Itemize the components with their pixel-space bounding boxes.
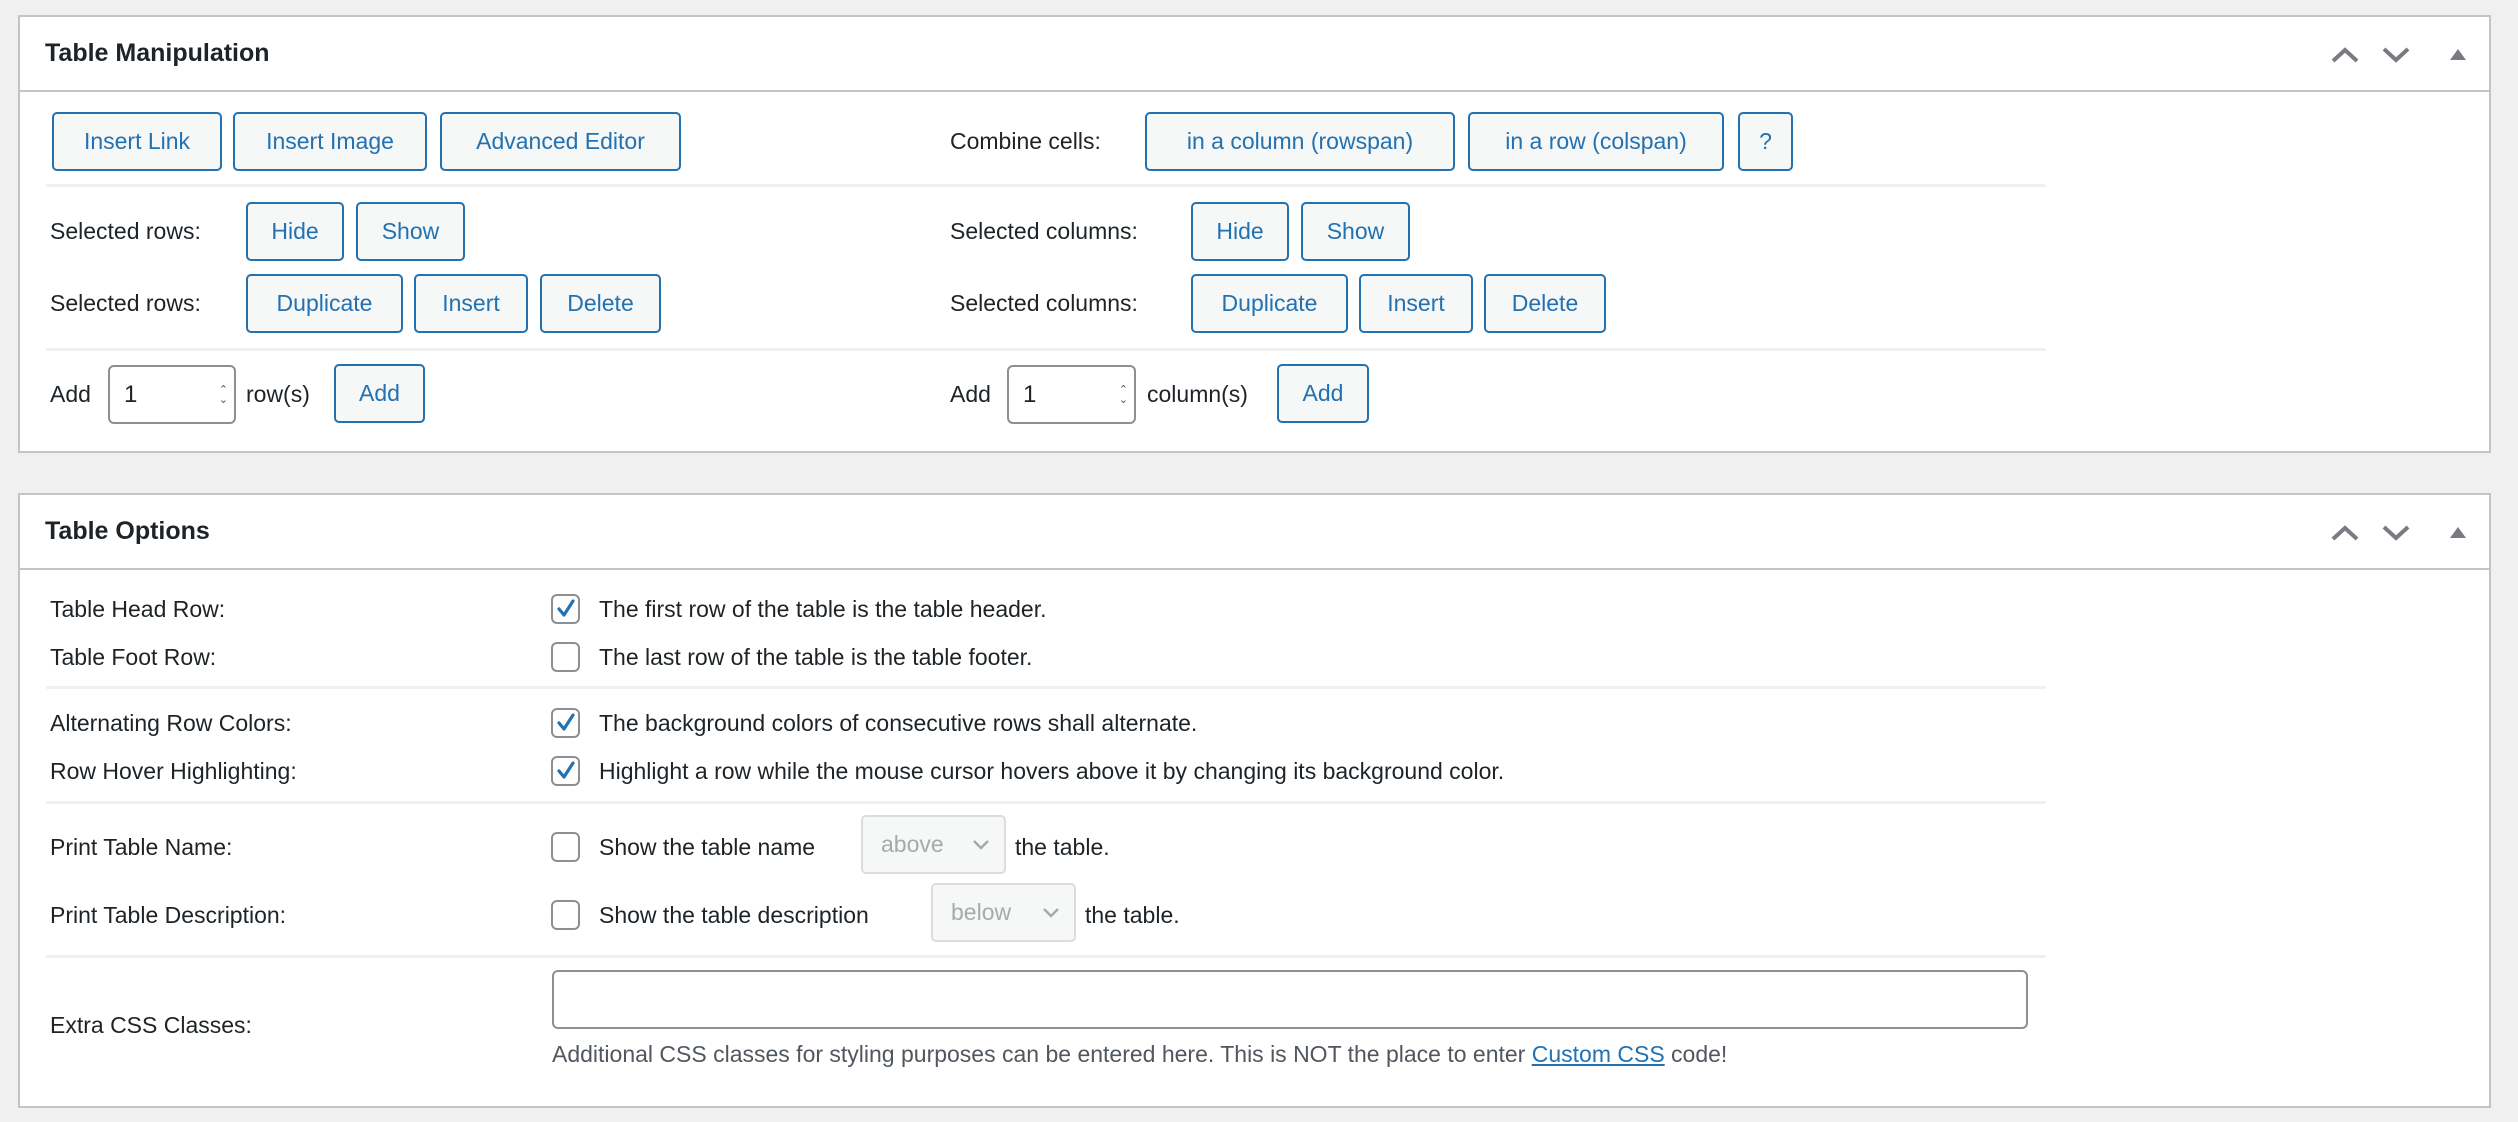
foot-row-text: The last row of the table is the table f… xyxy=(599,644,1033,670)
selected-columns-label: Selected columns: xyxy=(950,218,1138,244)
stepper-icon[interactable]: ⌃ ⌄ xyxy=(219,384,228,405)
divider xyxy=(46,686,2046,689)
description-position-select[interactable]: below xyxy=(931,883,1076,942)
hover-highlighting-checkbox[interactable] xyxy=(551,756,580,786)
custom-css-link[interactable]: Custom CSS xyxy=(1532,1041,1665,1067)
chevron-down-icon[interactable] xyxy=(2381,523,2411,543)
print-description-suffix: the table. xyxy=(1085,902,1180,928)
print-description-checkbox[interactable] xyxy=(551,900,580,930)
delete-columns-button[interactable]: Delete xyxy=(1484,274,1606,333)
head-row-label: Table Head Row: xyxy=(50,596,226,622)
rows-count-value: 1 xyxy=(124,380,138,408)
selected-columns-label: Selected columns: xyxy=(950,290,1138,316)
foot-row-label: Table Foot Row: xyxy=(50,644,217,670)
checkmark-icon xyxy=(556,761,575,779)
insert-link-button[interactable]: Insert Link xyxy=(52,112,222,171)
triangle-up-icon[interactable] xyxy=(2449,47,2467,61)
combine-cells-label: Combine cells: xyxy=(950,128,1101,154)
stepper-icon[interactable]: ⌃ ⌄ xyxy=(1119,384,1128,405)
rows-unit-label: row(s) xyxy=(246,381,310,407)
chevron-down-icon xyxy=(973,839,989,850)
extra-css-help: Additional CSS classes for styling purpo… xyxy=(552,1040,1727,1068)
checkmark-icon xyxy=(556,599,575,617)
show-rows-button[interactable]: Show xyxy=(356,202,465,261)
columns-unit-label: column(s) xyxy=(1147,381,1248,407)
delete-rows-button[interactable]: Delete xyxy=(540,274,661,333)
divider xyxy=(46,184,2046,187)
add-rows-label: Add xyxy=(50,381,91,407)
columns-count-input[interactable]: 1 ⌃ ⌄ xyxy=(1007,365,1136,424)
duplicate-rows-button[interactable]: Duplicate xyxy=(246,274,403,333)
alternating-colors-text: The background colors of consecutive row… xyxy=(599,710,1198,736)
name-position-value: above xyxy=(881,831,944,857)
table-manipulation-panel: Table Manipulation Insert Link Insert Im… xyxy=(18,15,2491,453)
hide-rows-button[interactable]: Hide xyxy=(246,202,344,261)
combine-help-button[interactable]: ? xyxy=(1738,112,1793,171)
extra-css-help-end: code! xyxy=(1664,1041,1728,1067)
add-columns-label: Add xyxy=(950,381,991,407)
panel-title: Table Options xyxy=(45,517,210,545)
combine-rowspan-button[interactable]: in a column (rowspan) xyxy=(1145,112,1455,171)
checkmark-icon xyxy=(556,713,575,731)
hover-highlighting-text: Highlight a row while the mouse cursor h… xyxy=(599,758,1505,784)
print-name-text: Show the table name xyxy=(599,834,816,860)
selected-rows-label: Selected rows: xyxy=(50,290,201,316)
insert-columns-button[interactable]: Insert xyxy=(1359,274,1473,333)
combine-colspan-button[interactable]: in a row (colspan) xyxy=(1468,112,1724,171)
chevron-up-icon[interactable] xyxy=(2330,45,2360,65)
alternating-colors-checkbox[interactable] xyxy=(551,708,580,738)
chevron-down-icon xyxy=(1043,907,1059,918)
add-columns-button[interactable]: Add xyxy=(1277,364,1369,423)
triangle-up-icon[interactable] xyxy=(2449,525,2467,539)
extra-css-label: Extra CSS Classes: xyxy=(50,1012,252,1038)
chevron-up-icon[interactable] xyxy=(2330,523,2360,543)
panel-header[interactable]: Table Options xyxy=(20,495,2489,570)
print-name-label: Print Table Name: xyxy=(50,834,233,860)
print-name-checkbox[interactable] xyxy=(551,832,580,862)
print-name-suffix: the table. xyxy=(1015,834,1110,860)
extra-css-input[interactable] xyxy=(552,970,2028,1029)
insert-rows-button[interactable]: Insert xyxy=(414,274,528,333)
print-description-label: Print Table Description: xyxy=(50,902,287,928)
divider xyxy=(46,801,2046,804)
table-options-panel: Table Options Table Head Row: The first … xyxy=(18,493,2491,1108)
selected-rows-label: Selected rows: xyxy=(50,218,201,244)
head-row-text: The first row of the table is the table … xyxy=(599,596,1047,622)
columns-count-value: 1 xyxy=(1023,380,1037,408)
print-description-text: Show the table description xyxy=(599,902,869,928)
divider xyxy=(46,348,2046,351)
show-columns-button[interactable]: Show xyxy=(1301,202,1410,261)
foot-row-checkbox[interactable] xyxy=(551,642,580,672)
extra-css-help-text: Additional CSS classes for styling purpo… xyxy=(552,1041,1532,1067)
head-row-checkbox[interactable] xyxy=(551,594,580,624)
description-position-value: below xyxy=(951,899,1012,925)
alternating-colors-label: Alternating Row Colors: xyxy=(50,710,292,736)
panel-header[interactable]: Table Manipulation xyxy=(20,17,2489,92)
name-position-select[interactable]: above xyxy=(861,815,1006,874)
advanced-editor-button[interactable]: Advanced Editor xyxy=(440,112,681,171)
chevron-down-icon[interactable] xyxy=(2381,45,2411,65)
hide-columns-button[interactable]: Hide xyxy=(1191,202,1289,261)
panel-title: Table Manipulation xyxy=(45,39,270,67)
divider xyxy=(46,955,2046,958)
add-rows-button[interactable]: Add xyxy=(334,364,425,423)
duplicate-columns-button[interactable]: Duplicate xyxy=(1191,274,1348,333)
rows-count-input[interactable]: 1 ⌃ ⌄ xyxy=(108,365,236,424)
insert-image-button[interactable]: Insert Image xyxy=(233,112,427,171)
hover-highlighting-label: Row Hover Highlighting: xyxy=(50,758,297,784)
